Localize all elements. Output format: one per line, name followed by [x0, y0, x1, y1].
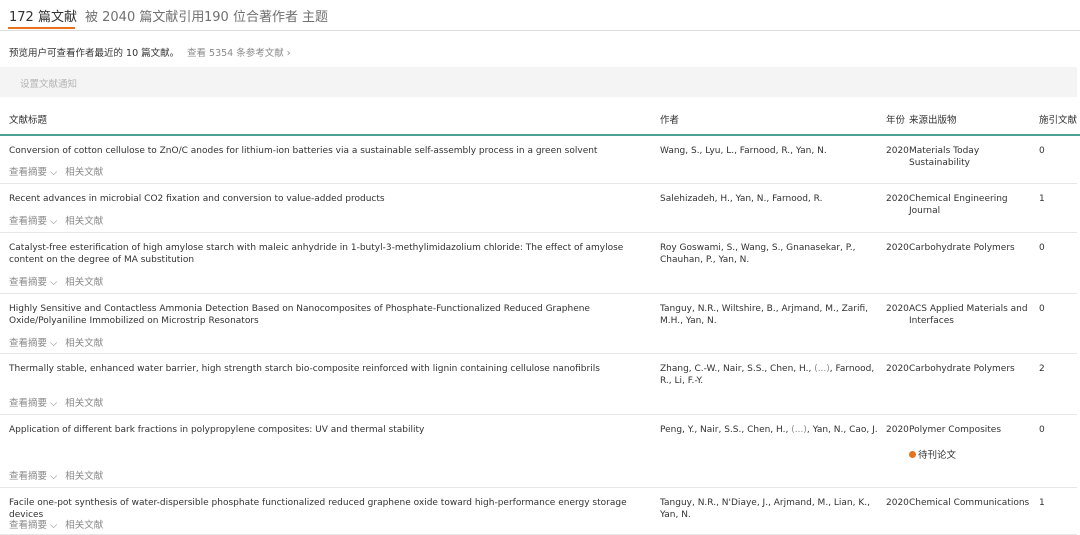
document-year: 2020 [886, 146, 909, 156]
row-actions: 查看摘要 ⌵ 相关文献 [9, 213, 103, 227]
table-row: Thermally stable, enhanced water barrier… [0, 354, 1077, 415]
document-title-link[interactable]: Application of different bark fractions … [9, 424, 649, 436]
tab-cited-by[interactable]: 被 2040 篇文献引用 [85, 6, 204, 25]
view-abstract-button[interactable]: 查看摘要 ⌵ [9, 338, 57, 349]
view-abstract-button[interactable]: 查看摘要 ⌵ [9, 471, 57, 482]
document-source-link[interactable]: ACS Applied Materials and Interfaces [909, 303, 1031, 327]
document-source-link[interactable]: Chemical Communications [909, 497, 1031, 509]
document-title-link[interactable]: Highly Sensitive and Contactless Ammonia… [9, 303, 649, 327]
document-authors[interactable]: Tanguy, N.R., N'Diaye, J., Arjmand, M., … [660, 497, 878, 521]
document-authors[interactable]: Tanguy, N.R., Wiltshire, B., Arjmand, M.… [660, 303, 878, 327]
document-source-link[interactable]: Polymer Composites [909, 424, 1031, 436]
document-title-link[interactable]: Conversion of cotton cellulose to ZnO/C … [9, 145, 649, 157]
document-source-link[interactable]: Materials Today Sustainability [909, 145, 1031, 169]
document-source-link[interactable]: Chemical Engineering Journal [909, 193, 1031, 217]
tab-documents[interactable]: 172 篇文献 [9, 6, 77, 25]
header-source[interactable]: 来源出版物 [909, 112, 957, 126]
document-cited-count[interactable]: 0 [1039, 303, 1045, 315]
document-authors[interactable]: Salehizadeh, H., Yan, N., Farnood, R. [660, 193, 878, 205]
table-row: Application of different bark fractions … [0, 415, 1077, 488]
table-row: Facile one-pot synthesis of water-disper… [0, 488, 1077, 535]
document-cited-count[interactable]: 1 [1039, 497, 1045, 509]
document-year: 2020 [886, 364, 909, 374]
document-cited-count[interactable]: 0 [1039, 145, 1045, 157]
view-abstract-button[interactable]: 查看摘要 ⌵ [9, 216, 57, 227]
in-press-icon [909, 451, 916, 458]
author-documents-panel: 172 篇文献 被 2040 篇文献引用 190 位合著作者 主题 预览用户可查… [0, 0, 1080, 535]
document-title-link[interactable]: Recent advances in microbial CO2 fixatio… [9, 193, 649, 205]
view-abstract-button[interactable]: 查看摘要 ⌵ [9, 398, 57, 409]
document-cited-count[interactable]: 2 [1039, 363, 1045, 375]
view-references-link[interactable]: 查看 5354 条参考文献 › [187, 45, 291, 59]
tab-coauthors[interactable]: 190 位合著作者 [204, 6, 298, 25]
table-row: Conversion of cotton cellulose to ZnO/C … [0, 136, 1077, 184]
view-abstract-button[interactable]: 查看摘要 ⌵ [9, 167, 57, 178]
authors-more-link[interactable]: (...) [791, 425, 807, 435]
document-year: 2020 [886, 243, 909, 253]
related-documents-link[interactable]: 相关文献 [65, 167, 103, 178]
badge-label: 待刊论文 [918, 450, 957, 461]
document-authors[interactable]: Peng, Y., Nair, S.S., Chen, H., (...), Y… [660, 424, 878, 436]
document-authors[interactable]: Wang, S., Lyu, L., Farnood, R., Yan, N. [660, 145, 878, 157]
table-header: 文献标题 作者 年份 来源出版物 施引文献 [0, 104, 1080, 136]
table-row: Recent advances in microbial CO2 fixatio… [0, 184, 1077, 233]
view-abstract-button[interactable]: 查看摘要 ⌵ [9, 277, 57, 288]
authors-leading: Zhang, C.-W., Nair, S.S., Chen, H., [660, 364, 815, 374]
related-documents-link[interactable]: 相关文献 [65, 520, 103, 531]
set-document-alert-button[interactable]: 设置文献通知 [20, 76, 77, 90]
header-authors[interactable]: 作者 [660, 112, 679, 126]
authors-trailing: , Yan, N., Cao, J. [806, 425, 878, 435]
tab-bar: 172 篇文献 被 2040 篇文献引用 190 位合著作者 主题 [0, 0, 1080, 31]
article-in-press-badge: 待刊论文 [909, 447, 956, 461]
document-cited-count[interactable]: 0 [1039, 242, 1045, 254]
row-actions: 查看摘要 ⌵ 相关文献 [9, 335, 103, 349]
document-authors[interactable]: Roy Goswami, S., Wang, S., Gnanasekar, P… [660, 242, 878, 266]
row-actions: 查看摘要 ⌵ 相关文献 [9, 274, 103, 288]
table-row: Catalyst-free esterification of high amy… [0, 233, 1077, 294]
related-documents-link[interactable]: 相关文献 [65, 398, 103, 409]
document-year: 2020 [886, 425, 909, 435]
row-actions: 查看摘要 ⌵ 相关文献 [9, 468, 103, 482]
active-tab-indicator [8, 27, 75, 29]
document-source-link[interactable]: Carbohydrate Polymers [909, 363, 1031, 375]
alert-bar: 设置文献通知 [0, 67, 1077, 97]
document-title-link[interactable]: Facile one-pot synthesis of water-disper… [9, 497, 649, 521]
document-year: 2020 [886, 194, 909, 204]
document-source-link[interactable]: Carbohydrate Polymers [909, 242, 1031, 254]
document-title-link[interactable]: Thermally stable, enhanced water barrier… [9, 363, 649, 375]
document-cited-count[interactable]: 0 [1039, 424, 1045, 436]
related-documents-link[interactable]: 相关文献 [65, 338, 103, 349]
row-actions: 查看摘要 ⌵ 相关文献 [9, 395, 103, 409]
related-documents-link[interactable]: 相关文献 [65, 216, 103, 227]
row-actions: 查看摘要 ⌵ 相关文献 [9, 164, 103, 178]
document-year: 2020 [886, 304, 909, 314]
authors-leading: Peng, Y., Nair, S.S., Chen, H., [660, 425, 792, 435]
table-row: Highly Sensitive and Contactless Ammonia… [0, 294, 1077, 354]
document-year: 2020 [886, 498, 909, 508]
document-title-link[interactable]: Catalyst-free esterification of high amy… [9, 242, 649, 266]
preview-notice: 预览用户可查看作者最近的 10 篇文献。 [9, 48, 180, 59]
document-cited-count[interactable]: 1 [1039, 193, 1045, 205]
authors-more-link[interactable]: (...) [814, 364, 830, 374]
header-title[interactable]: 文献标题 [9, 112, 47, 126]
related-documents-link[interactable]: 相关文献 [65, 471, 103, 482]
header-cited-by[interactable]: 施引文献 [1039, 112, 1077, 126]
row-actions: 查看摘要 ⌵ 相关文献 [9, 517, 103, 531]
related-documents-link[interactable]: 相关文献 [65, 277, 103, 288]
header-year[interactable]: 年份 [886, 112, 905, 126]
document-authors[interactable]: Zhang, C.-W., Nair, S.S., Chen, H., (...… [660, 363, 878, 387]
view-abstract-button[interactable]: 查看摘要 ⌵ [9, 520, 57, 531]
tab-topics[interactable]: 主题 [302, 6, 328, 25]
